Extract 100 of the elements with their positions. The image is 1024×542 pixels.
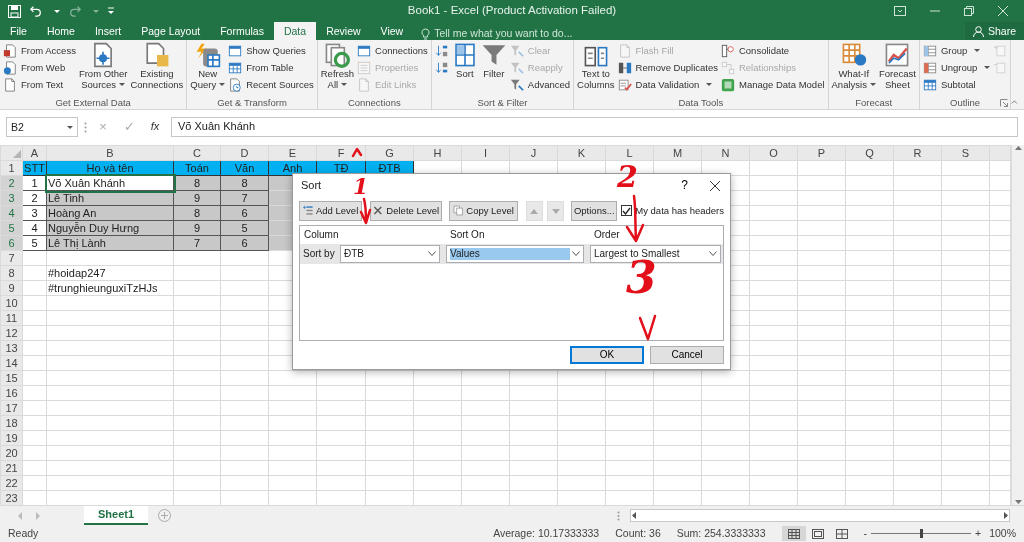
- add-level-icon: [303, 205, 314, 216]
- slider-thumb[interactable]: [919, 529, 923, 538]
- caret-icon: [67, 125, 73, 129]
- ribbon-button[interactable]: From Text: [2, 76, 77, 93]
- table-cell: 3: [22, 205, 47, 221]
- funnel-icon: [509, 43, 524, 58]
- ribbon-button[interactable]: Text to Columns: [576, 42, 616, 97]
- window-icon: [228, 43, 243, 58]
- save-icon: [8, 4, 21, 18]
- table-icon: [720, 60, 735, 75]
- close-icon: [998, 6, 1008, 16]
- column-header: A: [22, 145, 47, 161]
- dropdown-field[interactable]: Values: [446, 244, 584, 263]
- status-text: Ready: [8, 527, 39, 540]
- table-icon: [922, 77, 937, 92]
- share-button[interactable]: Share: [964, 22, 1024, 40]
- column-header: F: [316, 145, 366, 161]
- ribbon-button[interactable]: Consolidate: [719, 42, 826, 59]
- dialog-button[interactable]: Delete Level: [370, 200, 443, 221]
- group-label: Connections: [347, 97, 401, 109]
- table-cell: #hoidap247: [46, 265, 174, 281]
- zoom-level: 100%: [989, 527, 1016, 540]
- page-break-icon: [835, 529, 848, 540]
- column-header: M: [653, 145, 702, 161]
- zoom-in-button[interactable]: +: [975, 527, 982, 540]
- dialog-title: Sort: [301, 178, 322, 192]
- ribbon-tab[interactable]: Page Layout: [131, 22, 211, 40]
- ribbon-tab[interactable]: Insert: [84, 22, 132, 40]
- outline-icon: [993, 60, 1008, 75]
- dialog-button[interactable]: Cancel: [650, 346, 724, 364]
- table-cell: #trunghieunguxiTzHJs: [46, 280, 174, 296]
- ribbon-tab[interactable]: Home: [36, 22, 85, 40]
- normal-view-icon: [787, 529, 800, 540]
- ribbon-button[interactable]: Filter: [479, 42, 508, 97]
- tell-me-field[interactable]: Tell me what you want to do...: [430, 27, 631, 40]
- ribbon-button[interactable]: Remove Duplicates: [616, 59, 719, 76]
- sheet-tab[interactable]: Sheet1: [84, 506, 149, 525]
- formula-button[interactable]: fx: [145, 120, 165, 134]
- copy-icon: [453, 205, 465, 216]
- dialog-button[interactable]: Add Level: [299, 200, 363, 221]
- ribbon-button[interactable]: Subtotal: [921, 76, 992, 93]
- caret-icon: [119, 83, 126, 86]
- column-header: R: [893, 145, 942, 161]
- close-icon: [710, 180, 720, 191]
- ribbon-button[interactable]: Existing Connections: [129, 42, 185, 97]
- help-button[interactable]: ?: [675, 177, 694, 194]
- ribbon-tab[interactable]: Data: [273, 22, 317, 40]
- caret-icon: [93, 9, 99, 13]
- ribbon-button[interactable]: Ungroup: [921, 59, 992, 76]
- ribbon-button[interactable]: New Query: [189, 42, 227, 97]
- zoom-out-button[interactable]: -: [863, 527, 867, 540]
- zoom-slider[interactable]: [871, 529, 971, 538]
- dialog-button[interactable]: Options...: [571, 200, 618, 221]
- ribbon-tab[interactable]: View: [370, 22, 414, 40]
- ribbon-button[interactable]: Sort: [450, 42, 479, 97]
- ribbon-button[interactable]: Data Validation: [616, 76, 719, 93]
- checkbox[interactable]: [621, 205, 633, 216]
- table-icon: [228, 60, 243, 75]
- ribbon-button[interactable]: Advanced: [508, 76, 572, 93]
- ribbon-button[interactable]: What-If Analysis: [830, 42, 877, 97]
- funnel-icon: [509, 77, 524, 92]
- ribbon-button[interactable]: Manage Data Model: [719, 76, 826, 93]
- ribbon-tab[interactable]: Formulas: [210, 22, 274, 40]
- hand-drawn-arrow: [359, 197, 372, 225]
- status-stat: Average: 10.17333333: [493, 527, 600, 540]
- ribbon-button[interactable]: From Web: [2, 59, 77, 76]
- status-stat: Count: 36: [615, 527, 661, 540]
- ribbon-button[interactable]: From Table: [227, 59, 315, 76]
- dialog-button[interactable]: Copy Level: [449, 200, 518, 221]
- caret-icon: [54, 9, 60, 13]
- ribbon-button[interactable]: Forecast Sheet: [877, 42, 917, 97]
- view-button[interactable]: [781, 526, 806, 541]
- column-heading: Column: [303, 227, 340, 242]
- ribbon-button[interactable]: Connections: [356, 42, 429, 59]
- column-header: G: [365, 145, 414, 161]
- ribbon-button[interactable]: Refresh All: [319, 42, 355, 97]
- columns-icon: [617, 60, 632, 75]
- ribbon-tab[interactable]: File: [0, 22, 37, 40]
- ribbon-button[interactable]: Show Queries: [227, 42, 315, 59]
- dropdown-field[interactable]: ĐTB: [340, 244, 440, 263]
- formula-field[interactable]: Võ Xuân Khánh: [171, 117, 1018, 137]
- name-box[interactable]: B2: [6, 117, 78, 137]
- ribbon-button[interactable]: Recent Sources: [227, 76, 315, 93]
- table-cell: 4: [22, 220, 47, 236]
- ribbon-button[interactable]: From Access: [2, 42, 77, 59]
- funnel-icon: [509, 60, 524, 75]
- up-arrow-icon: [530, 208, 539, 214]
- ribbon-tab[interactable]: Review: [316, 22, 371, 40]
- checkbox-label: My data has headers: [635, 204, 724, 217]
- caret-icon: [869, 83, 876, 86]
- dialog-button[interactable]: OK: [570, 346, 644, 364]
- ribbon-button[interactable]: From Other Sources: [77, 42, 129, 97]
- scroll-right-icon: [1004, 512, 1009, 519]
- table-cell: Võ Xuân Khánh: [46, 175, 174, 191]
- lightbulb-icon: [421, 27, 431, 40]
- column-header: O: [749, 145, 798, 161]
- column-heading: Order: [593, 227, 621, 242]
- customize-icon: [107, 7, 115, 15]
- ribbon-button[interactable]: Group: [921, 42, 992, 59]
- group-label: Outline: [950, 97, 981, 109]
